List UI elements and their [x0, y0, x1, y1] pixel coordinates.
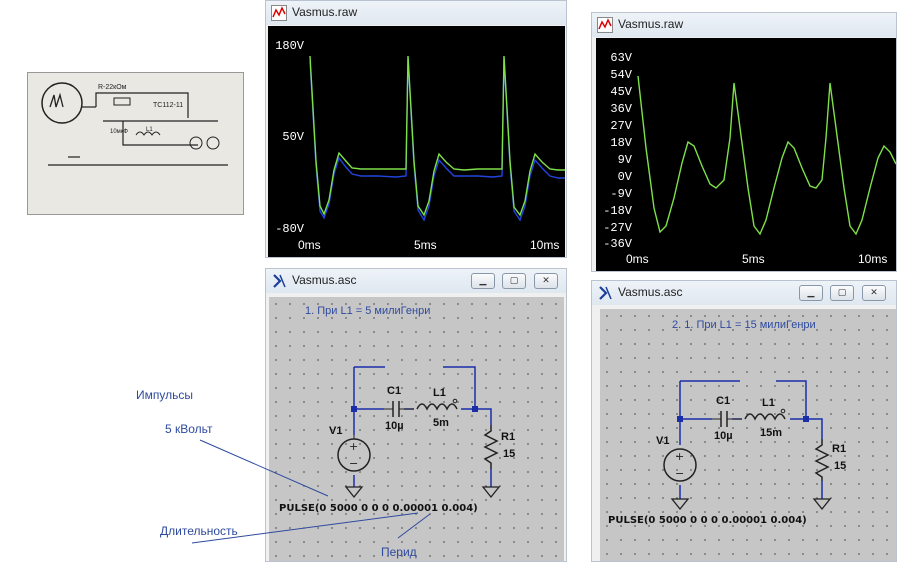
close-button[interactable]: ✕: [862, 285, 886, 301]
svg-text:−: −: [349, 457, 358, 470]
annotation-impulses: Импульсы: [136, 388, 193, 402]
window-title: Vasmus.raw: [292, 5, 358, 19]
c1-label: C1: [387, 385, 402, 397]
pulse-spec: PULSE(0 5000 0 0 0 0.00001 0.004): [608, 515, 807, 526]
annotation-duration: Длительность: [160, 524, 238, 538]
trace-blue: [309, 57, 565, 222]
waveform-traces: [309, 55, 565, 222]
v1-label: V1: [656, 435, 670, 447]
title-bar[interactable]: Vasmus.raw: [592, 13, 896, 37]
title-bar[interactable]: Vasmus.asc ▁ ▢ ✕: [266, 269, 566, 293]
capacitor-c1: [384, 401, 414, 417]
c1-label: C1: [716, 395, 731, 407]
capacitor-c1: [712, 411, 742, 427]
ground-symbol: [812, 498, 832, 511]
close-button[interactable]: ✕: [534, 273, 558, 289]
photo-note: L1: [146, 127, 153, 133]
resistor-r1: [483, 425, 499, 469]
title-bar[interactable]: Vasmus.raw: [266, 1, 566, 25]
inductor-l1: [416, 398, 458, 411]
r1-value: 15: [834, 460, 847, 472]
svg-text:−: −: [675, 467, 684, 480]
v1-label: V1: [329, 425, 343, 437]
c1-value: 10µ: [714, 430, 733, 442]
raw-window-left[interactable]: Vasmus.raw 180V 50V -80V 0ms 5ms 10ms: [265, 0, 567, 258]
circuit-diagram: + −: [337, 366, 501, 499]
asc-window-left[interactable]: Vasmus.asc ▁ ▢ ✕ 1. При L1 = 5 милиГенри: [265, 268, 567, 562]
voltage-source-v1: + −: [337, 435, 371, 472]
voltage-source-v1: + −: [663, 448, 697, 482]
minimize-button[interactable]: ▁: [799, 285, 823, 301]
photo-note: TC112-11: [153, 102, 183, 109]
ltspice-icon: [273, 274, 286, 288]
trace-green: [637, 75, 896, 236]
window-title: Vasmus.asc: [618, 285, 683, 299]
svg-text:+: +: [675, 450, 684, 463]
l1-value: 5m: [433, 417, 449, 429]
minimize-button[interactable]: ▁: [471, 273, 495, 289]
maximize-button[interactable]: ▢: [830, 285, 854, 301]
schematic-canvas[interactable]: 1. При L1 = 5 милиГенри + − C1 10µ L1 5m…: [269, 297, 564, 561]
window-title: Vasmus.asc: [292, 273, 357, 287]
waveform-plot[interactable]: 180V 50V -80V 0ms 5ms 10ms: [268, 26, 565, 257]
ground-symbol: [670, 498, 690, 511]
ground-symbol: [481, 486, 501, 499]
l1-label: L1: [433, 387, 446, 399]
waveform-traces: [637, 75, 896, 236]
inductor-l1: [744, 408, 786, 421]
schematic-photo: R-22кОм TC112-11 10мкФ L1: [27, 72, 244, 215]
waveform-icon: [597, 17, 613, 33]
r1-label: R1: [501, 431, 516, 443]
waveform-plot[interactable]: 63V 54V 45V 36V 27V 18V 9V 0V -9V -18V -…: [596, 38, 896, 271]
schematic-canvas[interactable]: 2. 1. При L1 = 15 милиГенри + − C1 10µ L…: [600, 309, 896, 561]
ltspice-icon: [599, 286, 612, 300]
ground-symbol: [344, 486, 364, 499]
annotation-period: Перид: [381, 545, 417, 559]
resistor-r1: [814, 439, 830, 481]
title-bar[interactable]: Vasmus.asc ▁ ▢ ✕: [592, 281, 896, 305]
r1-label: R1: [832, 443, 847, 455]
pulse-spec: PULSE(0 5000 0 0 0 0.00001 0.004): [279, 503, 478, 514]
raw-window-right[interactable]: Vasmus.raw 63V 54V 45V 36V 27V 18V 9V 0V…: [591, 12, 897, 272]
hand-drawn-circuit: R-22кОм TC112-11 10мкФ L1: [28, 73, 243, 214]
r1-value: 15: [503, 448, 516, 460]
photo-note: R-22кОм: [98, 84, 127, 91]
annotation-5kv: 5 кВольт: [165, 422, 213, 436]
trace-green: [309, 55, 565, 217]
window-title: Vasmus.raw: [618, 17, 684, 31]
maximize-button[interactable]: ▢: [502, 273, 526, 289]
asc-window-right[interactable]: Vasmus.asc ▁ ▢ ✕ 2. 1. При L1 = 15 милиГ…: [591, 280, 897, 562]
waveform-icon: [271, 5, 287, 21]
svg-text:+: +: [349, 440, 358, 453]
l1-label: L1: [762, 397, 775, 409]
c1-value: 10µ: [385, 420, 404, 432]
l1-value: 15m: [760, 427, 783, 439]
photo-note: 10мкФ: [110, 129, 128, 135]
